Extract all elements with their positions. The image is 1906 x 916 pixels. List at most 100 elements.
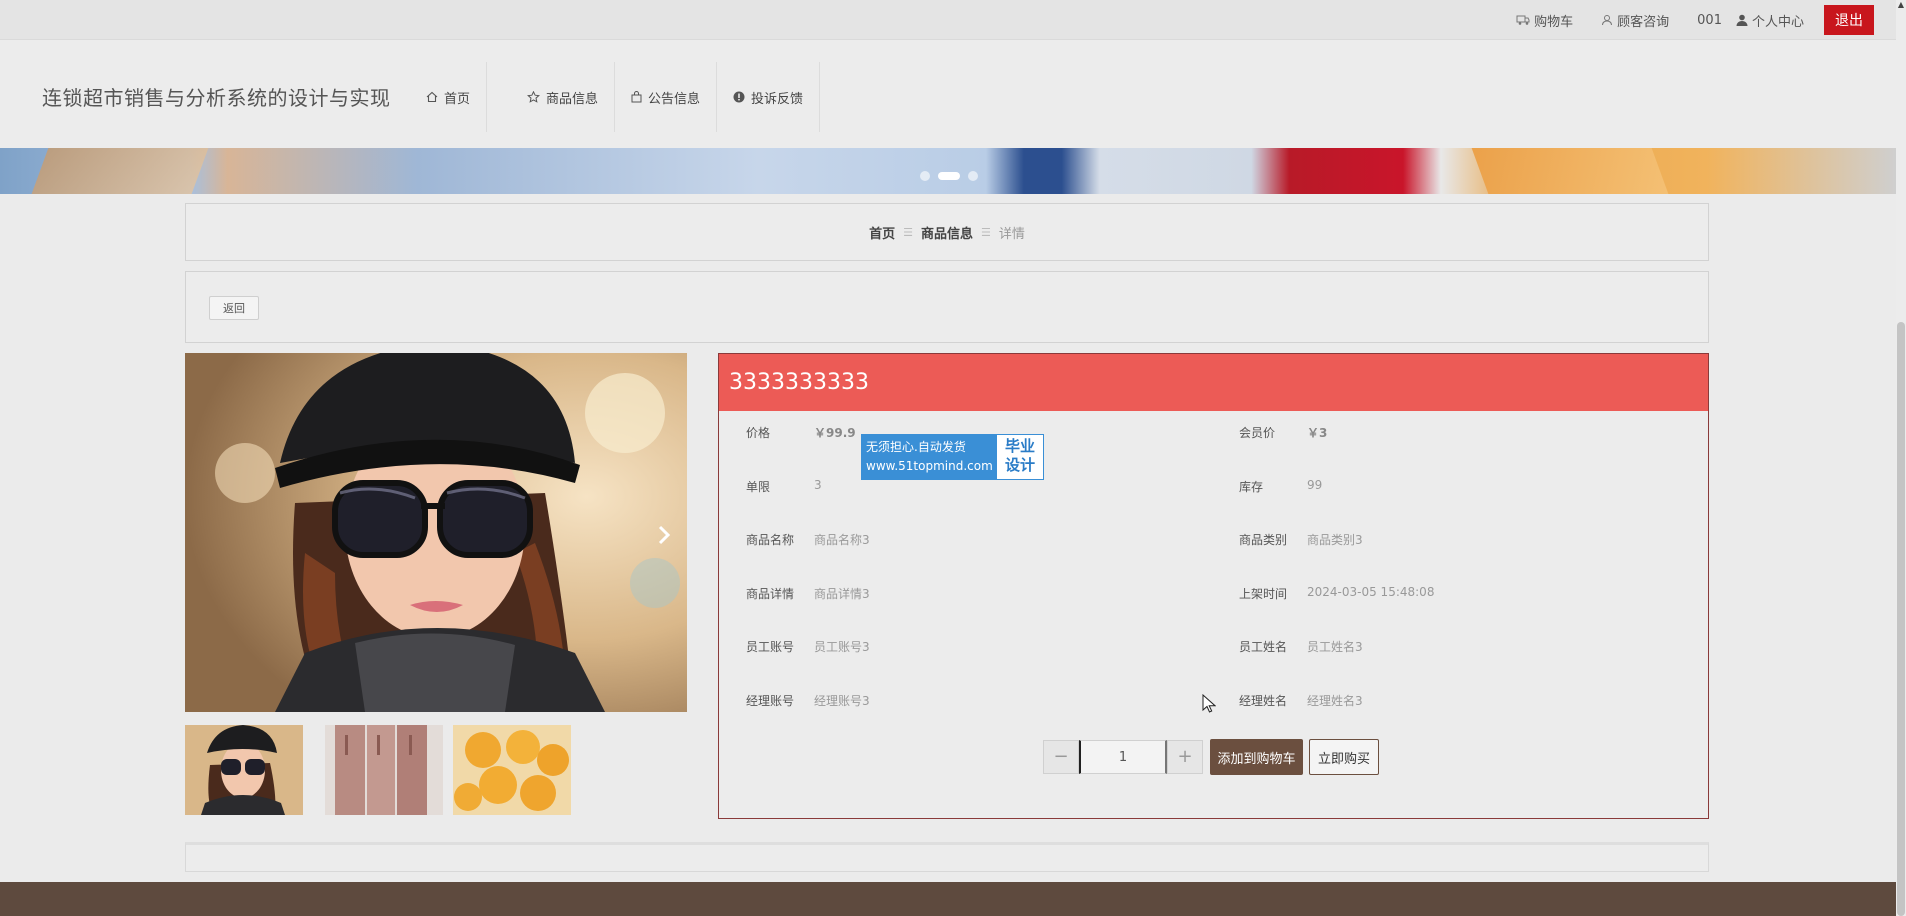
- woman-thumbnail-image: [185, 725, 303, 815]
- quantity-stepper: − +: [1043, 740, 1203, 774]
- scroll-up-arrow[interactable]: ▲: [1897, 0, 1905, 10]
- bag-icon: [631, 91, 642, 103]
- alert-icon: [733, 91, 745, 103]
- detail-value: 商品详情3: [814, 587, 870, 601]
- manager-name-label: 经理姓名: [1239, 694, 1288, 708]
- product-main-image: [185, 353, 687, 712]
- breadcrumb-separator: ☰: [903, 225, 913, 239]
- woman-sunglasses-photo: [185, 353, 687, 712]
- footer: [0, 882, 1906, 916]
- consult-label: 顾客咨询: [1617, 14, 1670, 30]
- logout-button[interactable]: 退出: [1824, 5, 1874, 35]
- limit-label: 单限: [746, 480, 771, 494]
- increase-quantity-button[interactable]: +: [1167, 740, 1203, 774]
- breadcrumb-category[interactable]: 商品信息: [921, 223, 973, 242]
- member-price-label: 会员价: [1239, 426, 1276, 440]
- watermark-right1: 毕业: [1004, 437, 1035, 455]
- top-links: 购物车 顾客咨询 001 个人中心 退出: [1488, 0, 1874, 40]
- breadcrumb-home[interactable]: 首页: [869, 223, 895, 242]
- back-bar: 返回: [185, 271, 1709, 343]
- stock-value: 99: [1307, 478, 1323, 492]
- watermark-left: 无须担心.自动发货 www.51topmind.com: [862, 435, 997, 479]
- scrollbar-thumb[interactable]: [1897, 322, 1905, 916]
- chevron-right-icon: [658, 525, 671, 545]
- back-button[interactable]: 返回: [209, 296, 259, 320]
- add-to-cart-button[interactable]: 添加到购物车: [1210, 739, 1303, 775]
- thumbnail-list: [185, 725, 581, 815]
- nav-notices-label: 公告信息: [648, 91, 701, 107]
- main-nav: 首页 商品信息 公告信息 投诉反馈: [410, 40, 821, 148]
- thumbnail-2[interactable]: [325, 725, 443, 815]
- manager-name-value: 经理姓名3: [1307, 694, 1363, 708]
- stock-field: 库存 99: [1239, 478, 1322, 495]
- nav-products-label: 商品信息: [546, 91, 599, 107]
- limit-field: 单限 3: [746, 478, 822, 495]
- manager-account-label: 经理账号: [746, 694, 795, 708]
- category-label: 商品类别: [1239, 533, 1288, 547]
- member-price-field: 会员价 ￥3: [1239, 424, 1327, 441]
- user-id: 001: [1697, 13, 1722, 28]
- user-id-label: 001: [1697, 12, 1722, 28]
- nav-notices[interactable]: 公告信息: [615, 62, 718, 132]
- detail-field: 商品详情 商品详情3: [746, 585, 870, 602]
- decrease-quantity-button[interactable]: −: [1043, 740, 1079, 774]
- price-value: ￥99.9: [814, 426, 856, 440]
- carousel-dot-2[interactable]: [938, 172, 960, 180]
- header: 连锁超市销售与分析系统的设计与实现 首页 商品信息 公告信息 投诉反馈: [0, 40, 1896, 148]
- nav-home[interactable]: 首页: [410, 62, 488, 132]
- home-icon: [426, 91, 438, 103]
- nav-home-label: 首页: [444, 91, 471, 107]
- consult-link[interactable]: 顾客咨询: [1601, 11, 1669, 30]
- scrollbar[interactable]: ▲: [1896, 0, 1906, 916]
- nav-products[interactable]: 商品信息: [511, 62, 616, 132]
- watermark-line2: www.51topmind.com: [866, 459, 993, 473]
- nav-feedback-label: 投诉反馈: [751, 91, 804, 107]
- stock-label: 库存: [1239, 480, 1264, 494]
- staff-name-label: 员工姓名: [1239, 640, 1288, 654]
- staff-name-value: 员工姓名3: [1307, 640, 1363, 654]
- watermark-line1: 无须担心.自动发货: [866, 440, 966, 454]
- nav-feedback[interactable]: 投诉反馈: [717, 62, 821, 132]
- name-field: 商品名称 商品名称3: [746, 531, 870, 548]
- carousel-dots: [916, 171, 982, 181]
- site-title: 连锁超市销售与分析系统的设计与实现: [42, 86, 391, 110]
- manager-account-field: 经理账号 经理账号3: [746, 692, 870, 709]
- banner-decoration: [1471, 148, 1669, 194]
- next-image-arrow[interactable]: [657, 524, 671, 550]
- name-value: 商品名称3: [814, 533, 870, 547]
- user-icon: [1736, 14, 1748, 26]
- quantity-input[interactable]: [1079, 740, 1167, 774]
- profile-link[interactable]: 个人中心: [1736, 11, 1804, 30]
- breadcrumb: 首页 ☰ 商品信息 ☰ 详情: [185, 203, 1709, 261]
- truck-icon: [1516, 15, 1530, 25]
- staff-name-field: 员工姓名 员工姓名3: [1239, 638, 1363, 655]
- staff-account-label: 员工账号: [746, 640, 795, 654]
- limit-value: 3: [814, 478, 822, 492]
- cart-label: 购物车: [1534, 14, 1574, 30]
- detail-label: 商品详情: [746, 587, 795, 601]
- thumbnail-3[interactable]: [453, 725, 571, 815]
- price-label: 价格: [746, 426, 771, 440]
- member-price-value: ￥3: [1307, 426, 1328, 440]
- star-icon: [527, 91, 540, 103]
- cart-link[interactable]: 购物车: [1516, 11, 1573, 30]
- watermark-badge: 无须担心.自动发货 www.51topmind.com 毕业 设计: [861, 434, 1044, 480]
- product-title: 3333333333: [719, 354, 1708, 411]
- staff-account-field: 员工账号 员工账号3: [746, 638, 870, 655]
- manager-account-value: 经理账号3: [814, 694, 870, 708]
- books-thumbnail-image: [325, 725, 443, 815]
- manager-name-field: 经理姓名 经理姓名3: [1239, 692, 1363, 709]
- shelf-time-value: 2024-03-05 15:48:08: [1307, 585, 1435, 599]
- buy-now-button[interactable]: 立即购买: [1309, 739, 1379, 775]
- name-label: 商品名称: [746, 533, 795, 547]
- banner-decoration: [31, 148, 209, 194]
- carousel-dot-1[interactable]: [920, 171, 930, 181]
- oranges-thumbnail-image: [453, 725, 571, 815]
- category-field: 商品类别 商品类别3: [1239, 531, 1363, 548]
- mouse-cursor-icon: [1202, 693, 1217, 718]
- price-field: 价格 ￥99.9: [746, 424, 856, 441]
- shelf-time-label: 上架时间: [1239, 587, 1288, 601]
- category-value: 商品类别3: [1307, 533, 1363, 547]
- carousel-dot-3[interactable]: [968, 171, 978, 181]
- thumbnail-1[interactable]: [185, 725, 303, 815]
